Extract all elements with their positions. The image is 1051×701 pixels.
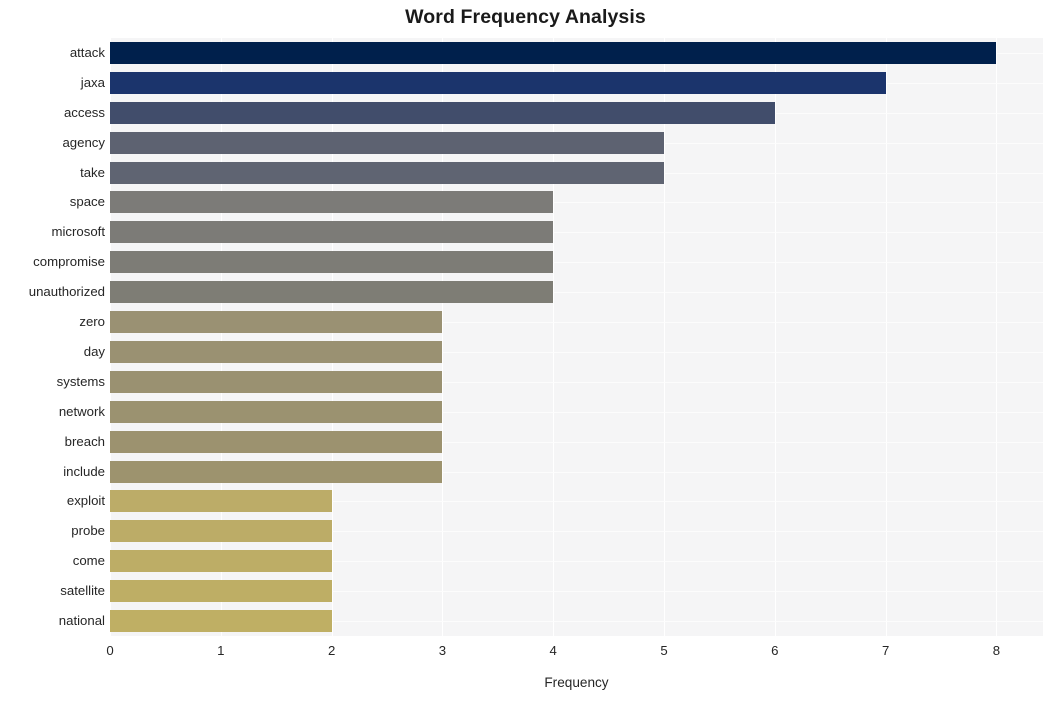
y-axis-tick-label: space xyxy=(69,194,105,210)
bar xyxy=(110,370,443,393)
x-axis-tick-label: 0 xyxy=(106,643,114,658)
x-axis-tick-label: 7 xyxy=(881,643,890,658)
y-axis-tick-label: access xyxy=(63,104,105,120)
y-axis-tick-label: come xyxy=(72,553,105,569)
bar xyxy=(110,430,443,453)
bar xyxy=(110,191,554,214)
x-axis-tick-label: 8 xyxy=(992,643,1001,658)
page-title: Word Frequency Analysis xyxy=(405,6,646,28)
x-axis-tick-label: 5 xyxy=(660,643,668,658)
y-axis-tick-label: agency xyxy=(62,134,105,150)
bar xyxy=(110,41,997,64)
y-axis-tick-label: breach xyxy=(64,433,105,449)
y-axis-tick-label: national xyxy=(58,613,105,629)
bar xyxy=(110,101,775,124)
x-axis-label: Frequency xyxy=(544,675,609,690)
bar xyxy=(110,400,443,423)
y-axis-tick-label: day xyxy=(83,343,105,359)
y-axis-tick-label: unauthorized xyxy=(28,284,105,300)
bar xyxy=(110,71,886,94)
x-axis-tick-labels: 0 1 2 3 4 5 6 7 8 xyxy=(106,640,1043,666)
x-axis-tick-label: 1 xyxy=(217,643,225,658)
gridline-vertical xyxy=(110,38,111,636)
bar xyxy=(110,490,332,513)
bar xyxy=(110,460,443,483)
gridline-vertical xyxy=(996,38,998,636)
bar xyxy=(110,580,332,603)
x-axis-tick-label: 4 xyxy=(549,643,557,658)
y-axis-tick-label: systems xyxy=(56,373,105,389)
y-axis-tick-label: include xyxy=(63,463,105,479)
bar xyxy=(110,251,554,274)
y-axis-tick-labels: attack jaxa access agency take space microsoft… xyxy=(0,38,105,636)
chart-figure: Word Frequency Analysis attack jaxa access… xyxy=(0,0,1051,701)
bar xyxy=(110,340,443,363)
x-axis-tick-label: 2 xyxy=(327,643,336,658)
plot-area xyxy=(110,38,1043,636)
bar xyxy=(110,520,332,543)
x-axis-tick-label: 3 xyxy=(438,643,447,658)
bar xyxy=(110,281,554,304)
y-axis-tick-label: attack xyxy=(69,44,105,60)
y-axis-tick-label: probe xyxy=(71,523,105,539)
gridline-vertical xyxy=(553,38,555,636)
y-axis-tick-label: microsoft xyxy=(51,224,106,240)
bar xyxy=(110,221,554,244)
y-axis-tick-label: compromise xyxy=(33,254,105,270)
bar xyxy=(110,161,665,184)
gridline-vertical xyxy=(774,38,776,636)
bar xyxy=(110,550,332,573)
x-axis-tick-label: 6 xyxy=(771,643,779,658)
bar xyxy=(110,131,665,154)
y-axis-tick-label: take xyxy=(80,164,105,180)
y-axis-tick-label: zero xyxy=(79,314,105,330)
gridline-vertical xyxy=(885,38,887,636)
gridline-vertical xyxy=(664,38,666,636)
gridline-vertical xyxy=(331,38,333,636)
y-axis-tick-label: satellite xyxy=(60,583,105,599)
gridline-vertical xyxy=(220,38,222,636)
gridline-vertical xyxy=(442,38,444,636)
bar xyxy=(110,610,332,633)
y-axis-tick-label: exploit xyxy=(66,493,105,509)
y-axis-tick-label: network xyxy=(58,403,105,419)
bar xyxy=(110,311,443,334)
y-axis-tick-label: jaxa xyxy=(80,74,105,90)
